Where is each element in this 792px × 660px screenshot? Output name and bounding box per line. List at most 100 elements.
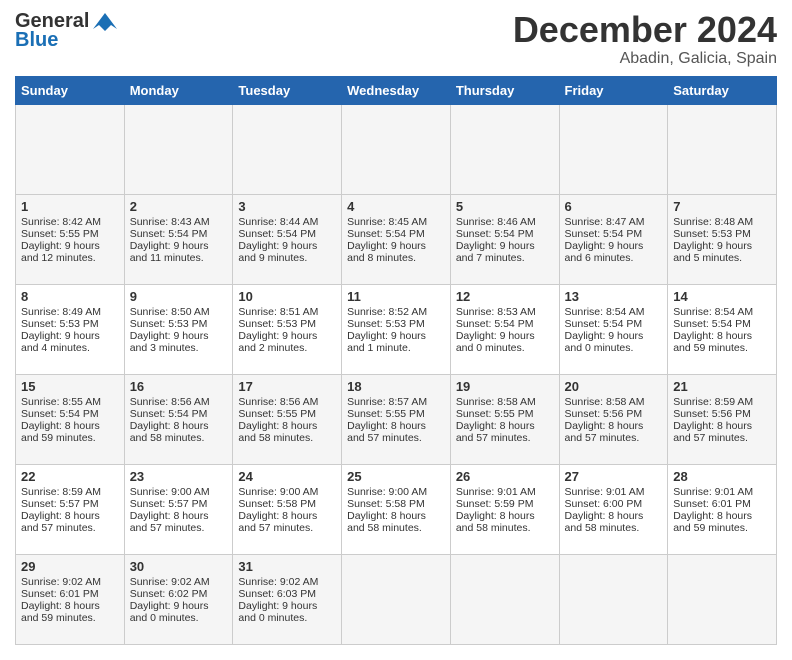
calendar-cell-1-1: 2Sunrise: 8:43 AMSunset: 5:54 PMDaylight… [124, 194, 233, 284]
sunrise-time: Sunrise: 8:47 AM [565, 216, 645, 228]
header-monday: Monday [124, 76, 233, 104]
sunrise-time: Sunrise: 8:57 AM [347, 396, 427, 408]
sunrise-time: Sunrise: 9:00 AM [238, 486, 318, 498]
sunset-time: Sunset: 5:54 PM [456, 228, 534, 240]
daylight-hours: Daylight: 8 hours and 57 minutes. [347, 420, 426, 444]
calendar-cell-4-2: 24Sunrise: 9:00 AMSunset: 5:58 PMDayligh… [233, 464, 342, 554]
sunrise-time: Sunrise: 8:43 AM [130, 216, 210, 228]
sunrise-time: Sunrise: 9:01 AM [565, 486, 645, 498]
daylight-hours: Daylight: 8 hours and 57 minutes. [238, 510, 317, 534]
day-number: 4 [347, 199, 445, 214]
calendar-cell-5-0: 29Sunrise: 9:02 AMSunset: 6:01 PMDayligh… [16, 554, 125, 644]
sunset-time: Sunset: 5:56 PM [565, 408, 643, 420]
sunset-time: Sunset: 5:54 PM [21, 408, 99, 420]
calendar-cell-0-0 [16, 104, 125, 194]
calendar-week-4: 22Sunrise: 8:59 AMSunset: 5:57 PMDayligh… [16, 464, 777, 554]
sunset-time: Sunset: 5:54 PM [130, 228, 208, 240]
daylight-hours: Daylight: 8 hours and 58 minutes. [238, 420, 317, 444]
calendar-cell-1-4: 5Sunrise: 8:46 AMSunset: 5:54 PMDaylight… [450, 194, 559, 284]
sunrise-time: Sunrise: 8:49 AM [21, 306, 101, 318]
day-number: 6 [565, 199, 663, 214]
day-number: 11 [347, 289, 445, 304]
daylight-hours: Daylight: 9 hours and 0 minutes. [456, 330, 535, 354]
daylight-hours: Daylight: 9 hours and 6 minutes. [565, 240, 644, 264]
sunset-time: Sunset: 6:01 PM [21, 588, 99, 600]
calendar-cell-1-0: 1Sunrise: 8:42 AMSunset: 5:55 PMDaylight… [16, 194, 125, 284]
calendar-cell-3-3: 18Sunrise: 8:57 AMSunset: 5:55 PMDayligh… [342, 374, 451, 464]
sunrise-time: Sunrise: 9:01 AM [456, 486, 536, 498]
header-tuesday: Tuesday [233, 76, 342, 104]
day-number: 20 [565, 379, 663, 394]
day-number: 14 [673, 289, 771, 304]
calendar-cell-2-0: 8Sunrise: 8:49 AMSunset: 5:53 PMDaylight… [16, 284, 125, 374]
sunset-time: Sunset: 5:53 PM [130, 318, 208, 330]
daylight-hours: Daylight: 8 hours and 59 minutes. [673, 510, 752, 534]
daylight-hours: Daylight: 9 hours and 4 minutes. [21, 330, 100, 354]
daylight-hours: Daylight: 9 hours and 9 minutes. [238, 240, 317, 264]
sunset-time: Sunset: 5:57 PM [21, 498, 99, 510]
sunrise-time: Sunrise: 8:52 AM [347, 306, 427, 318]
day-number: 23 [130, 469, 228, 484]
day-number: 16 [130, 379, 228, 394]
day-number: 21 [673, 379, 771, 394]
page-header: General Blue December 2024 Abadin, Galic… [15, 10, 777, 68]
calendar-cell-0-2 [233, 104, 342, 194]
sunrise-time: Sunrise: 8:53 AM [456, 306, 536, 318]
calendar-cell-4-5: 27Sunrise: 9:01 AMSunset: 6:00 PMDayligh… [559, 464, 668, 554]
day-number: 15 [21, 379, 119, 394]
daylight-hours: Daylight: 9 hours and 8 minutes. [347, 240, 426, 264]
sunset-time: Sunset: 5:58 PM [347, 498, 425, 510]
sunset-time: Sunset: 5:54 PM [130, 408, 208, 420]
calendar-cell-4-3: 25Sunrise: 9:00 AMSunset: 5:58 PMDayligh… [342, 464, 451, 554]
daylight-hours: Daylight: 9 hours and 5 minutes. [673, 240, 752, 264]
calendar-cell-2-4: 12Sunrise: 8:53 AMSunset: 5:54 PMDayligh… [450, 284, 559, 374]
header-row: Sunday Monday Tuesday Wednesday Thursday… [16, 76, 777, 104]
day-number: 19 [456, 379, 554, 394]
daylight-hours: Daylight: 9 hours and 11 minutes. [130, 240, 209, 264]
day-number: 3 [238, 199, 336, 214]
calendar-week-3: 15Sunrise: 8:55 AMSunset: 5:54 PMDayligh… [16, 374, 777, 464]
calendar-cell-5-1: 30Sunrise: 9:02 AMSunset: 6:02 PMDayligh… [124, 554, 233, 644]
day-number: 18 [347, 379, 445, 394]
day-number: 29 [21, 559, 119, 574]
sunset-time: Sunset: 5:55 PM [21, 228, 99, 240]
sunset-time: Sunset: 5:53 PM [673, 228, 751, 240]
calendar-cell-2-5: 13Sunrise: 8:54 AMSunset: 5:54 PMDayligh… [559, 284, 668, 374]
calendar-cell-5-6 [668, 554, 777, 644]
logo-text-blue: Blue [15, 29, 58, 52]
calendar-cell-4-0: 22Sunrise: 8:59 AMSunset: 5:57 PMDayligh… [16, 464, 125, 554]
day-number: 27 [565, 469, 663, 484]
daylight-hours: Daylight: 9 hours and 7 minutes. [456, 240, 535, 264]
location-title: Abadin, Galicia, Spain [513, 50, 777, 68]
sunset-time: Sunset: 5:58 PM [238, 498, 316, 510]
calendar-cell-2-6: 14Sunrise: 8:54 AMSunset: 5:54 PMDayligh… [668, 284, 777, 374]
sunset-time: Sunset: 5:55 PM [456, 408, 534, 420]
logo: General Blue [15, 10, 119, 52]
sunset-time: Sunset: 5:54 PM [456, 318, 534, 330]
day-number: 13 [565, 289, 663, 304]
calendar-cell-0-1 [124, 104, 233, 194]
calendar-table: Sunday Monday Tuesday Wednesday Thursday… [15, 76, 777, 645]
daylight-hours: Daylight: 8 hours and 57 minutes. [673, 420, 752, 444]
calendar-cell-4-4: 26Sunrise: 9:01 AMSunset: 5:59 PMDayligh… [450, 464, 559, 554]
header-thursday: Thursday [450, 76, 559, 104]
calendar-cell-3-0: 15Sunrise: 8:55 AMSunset: 5:54 PMDayligh… [16, 374, 125, 464]
sunrise-time: Sunrise: 8:54 AM [565, 306, 645, 318]
day-number: 17 [238, 379, 336, 394]
sunrise-time: Sunrise: 9:02 AM [21, 576, 101, 588]
header-saturday: Saturday [668, 76, 777, 104]
header-friday: Friday [559, 76, 668, 104]
calendar-cell-1-3: 4Sunrise: 8:45 AMSunset: 5:54 PMDaylight… [342, 194, 451, 284]
sunrise-time: Sunrise: 9:01 AM [673, 486, 753, 498]
daylight-hours: Daylight: 8 hours and 59 minutes. [21, 420, 100, 444]
sunrise-time: Sunrise: 8:58 AM [565, 396, 645, 408]
calendar-cell-3-5: 20Sunrise: 8:58 AMSunset: 5:56 PMDayligh… [559, 374, 668, 464]
sunrise-time: Sunrise: 8:58 AM [456, 396, 536, 408]
calendar-week-2: 8Sunrise: 8:49 AMSunset: 5:53 PMDaylight… [16, 284, 777, 374]
sunset-time: Sunset: 5:59 PM [456, 498, 534, 510]
daylight-hours: Daylight: 8 hours and 57 minutes. [456, 420, 535, 444]
day-number: 5 [456, 199, 554, 214]
logo-icon [91, 11, 119, 33]
sunrise-time: Sunrise: 8:54 AM [673, 306, 753, 318]
calendar-week-1: 1Sunrise: 8:42 AMSunset: 5:55 PMDaylight… [16, 194, 777, 284]
